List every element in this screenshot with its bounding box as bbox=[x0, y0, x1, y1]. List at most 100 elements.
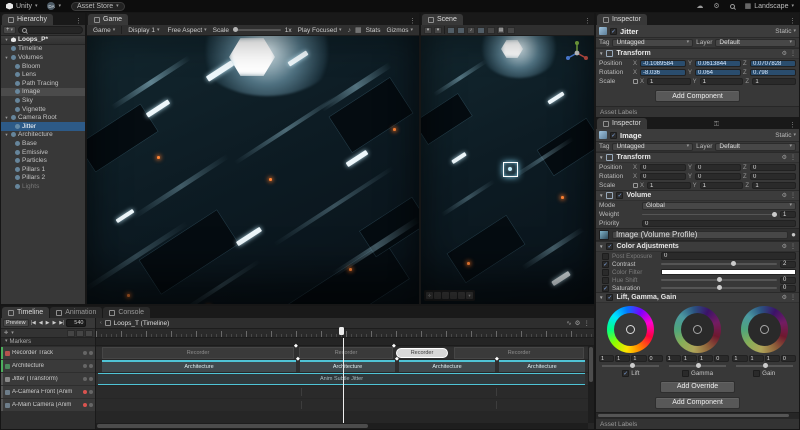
preset-icon[interactable]: ⚙ bbox=[782, 50, 787, 57]
timeline-marker-strip[interactable] bbox=[96, 338, 594, 346]
post-exposure-field[interactable]: 0 bbox=[661, 252, 796, 260]
gamma-slider[interactable] bbox=[669, 365, 726, 367]
view-mode-dropdown[interactable]: Game▾ bbox=[91, 27, 117, 34]
position-x-field[interactable]: -0.1089584 bbox=[640, 60, 686, 68]
tree-item[interactable]: ▼Volumes bbox=[1, 53, 85, 62]
mix-mode-icon[interactable] bbox=[67, 330, 75, 337]
architecture-clip[interactable]: Architecture bbox=[499, 360, 585, 372]
tab-timeline[interactable]: Timeline bbox=[2, 307, 49, 318]
lift-gamma-gain-header[interactable]: ▼ ✓ Lift, Gamma, Gain ⚙ ⋮ bbox=[596, 292, 799, 303]
markers-row[interactable]: ▾ Markers bbox=[1, 338, 95, 346]
kebab-menu-icon[interactable]: ⋮ bbox=[75, 17, 82, 25]
tree-item[interactable]: Pillars 2 bbox=[1, 174, 85, 183]
architecture-clip[interactable]: Architecture bbox=[102, 360, 296, 372]
stats-toggle[interactable]: Stats bbox=[366, 27, 381, 34]
scale-x-field[interactable]: 1 bbox=[647, 182, 691, 190]
architecture-clip[interactable]: Architecture bbox=[399, 360, 495, 372]
tab-inspector-locked[interactable]: Inspector bbox=[597, 118, 647, 129]
track-options-icon[interactable] bbox=[83, 351, 87, 355]
layer-dropdown[interactable]: Default▾ bbox=[715, 143, 796, 151]
add-component-button[interactable]: Add Component bbox=[655, 397, 740, 409]
track-header-architecture[interactable]: Architecture bbox=[1, 360, 95, 372]
profile-object-field[interactable]: Image (Volume Profile) bbox=[612, 231, 788, 239]
gamma-z-field[interactable]: 1 bbox=[698, 355, 713, 362]
override-checkbox[interactable]: ✓ bbox=[606, 294, 613, 301]
contrast-field[interactable]: 2 bbox=[780, 261, 796, 268]
position-y-field[interactable]: 0.0613844 bbox=[695, 60, 741, 68]
unity-menu[interactable]: Unity ▾ bbox=[6, 3, 37, 10]
scene-header[interactable]: ▼ Loops_P* bbox=[1, 36, 85, 45]
color-adjustments-header[interactable]: ▼ ✓ Color Adjustments ⚙ ⋮ bbox=[596, 241, 799, 252]
main-camera-lane[interactable] bbox=[96, 399, 594, 411]
mode-dropdown[interactable]: Global▾ bbox=[642, 202, 796, 210]
display-dropdown[interactable]: Display 1▾ bbox=[126, 27, 161, 34]
component-checkbox[interactable]: ✓ bbox=[616, 192, 623, 199]
active-checkbox[interactable]: ✓ bbox=[610, 28, 617, 35]
kebab-menu-icon[interactable]: ⋮ bbox=[790, 154, 796, 161]
preview-toggle[interactable]: Preview bbox=[3, 319, 29, 327]
param-checkbox[interactable] bbox=[682, 370, 689, 377]
audio-toggle[interactable]: ♪ bbox=[467, 27, 475, 34]
recorder-lane[interactable]: Recorder Recorder Recorder Recorder ◆ ◆ bbox=[96, 347, 594, 359]
scale-slider-thumb[interactable] bbox=[233, 27, 238, 32]
layer-dropdown[interactable]: Default▾ bbox=[715, 39, 796, 47]
gear-icon[interactable]: ⚙ bbox=[713, 3, 719, 10]
back-chevron-icon[interactable]: ‹ bbox=[100, 321, 102, 326]
kebab-menu-icon[interactable]: ⋮ bbox=[790, 50, 796, 57]
position-y-field[interactable]: 0 bbox=[695, 164, 741, 172]
jitter-clip[interactable]: Anim Subtle Jitter bbox=[98, 373, 585, 385]
param-checkbox[interactable]: ✓ bbox=[602, 261, 609, 268]
tree-item[interactable]: Particles bbox=[1, 156, 85, 165]
override-checkbox[interactable]: ✓ bbox=[606, 243, 613, 250]
tab-inspector[interactable]: Inspector bbox=[597, 14, 647, 25]
hue-shift-field[interactable]: 0 bbox=[780, 277, 796, 284]
account-menu[interactable]: DA ▾ bbox=[47, 2, 61, 10]
gizmos-dropdown[interactable]: Gizmos▾ bbox=[384, 27, 415, 34]
camera-front-lane[interactable] bbox=[96, 386, 594, 398]
record-toggle-icon[interactable] bbox=[83, 403, 87, 407]
asset-labels-bar[interactable]: Asset Labels bbox=[596, 418, 799, 429]
position-z-field[interactable]: 0 bbox=[750, 164, 796, 172]
rotation-z-field[interactable]: 0.798 bbox=[750, 69, 796, 77]
active-checkbox[interactable]: ✓ bbox=[610, 132, 617, 139]
object-picker-icon[interactable]: ● bbox=[791, 230, 796, 239]
go-to-start-icon[interactable]: |◀ bbox=[30, 320, 37, 326]
play-icon[interactable]: ▶ bbox=[45, 320, 51, 326]
tree-item[interactable]: Sky bbox=[1, 96, 85, 105]
link-scale-icon[interactable] bbox=[633, 183, 638, 188]
saturation-slider[interactable] bbox=[661, 287, 777, 289]
rotation-y-field[interactable]: 0 bbox=[695, 173, 741, 181]
param-checkbox[interactable]: ✓ bbox=[602, 285, 609, 292]
param-checkbox[interactable] bbox=[602, 277, 609, 284]
contrast-slider[interactable] bbox=[661, 263, 777, 265]
param-checkbox[interactable]: ✓ bbox=[622, 370, 629, 377]
gain-w-field[interactable]: 0 bbox=[781, 355, 796, 362]
scale-x-field[interactable]: 1 bbox=[647, 78, 691, 86]
preset-icon[interactable]: ⚙ bbox=[782, 243, 787, 250]
preset-icon[interactable]: ⚙ bbox=[782, 294, 787, 301]
rotation-y-field[interactable]: 0.064 bbox=[695, 69, 741, 77]
vsync-grid-icon[interactable]: ▦ bbox=[355, 27, 362, 34]
timeline-horizontal-scrollbar[interactable] bbox=[96, 423, 588, 429]
tree-item[interactable]: ▼Camera Root bbox=[1, 113, 85, 122]
gain-slider[interactable] bbox=[736, 365, 793, 367]
mute-audio-icon[interactable]: ♪ bbox=[348, 27, 352, 34]
record-toggle-icon[interactable] bbox=[83, 390, 87, 394]
weight-slider-thumb[interactable] bbox=[772, 212, 777, 217]
tree-item[interactable]: Pillars 1 bbox=[1, 165, 85, 174]
scale-slider[interactable] bbox=[233, 29, 281, 31]
playhead-handle[interactable] bbox=[339, 327, 344, 335]
asset-labels-bar[interactable]: Asset Labels bbox=[596, 106, 799, 117]
track-options-icon[interactable] bbox=[89, 403, 93, 407]
recorder-clip[interactable]: Recorder bbox=[299, 347, 393, 359]
contrast-slider-thumb[interactable] bbox=[731, 261, 736, 266]
param-checkbox[interactable] bbox=[602, 253, 609, 260]
timeline-vertical-scrollbar[interactable] bbox=[588, 346, 594, 423]
architecture-clip[interactable]: Architecture bbox=[300, 360, 395, 372]
rotation-x-field[interactable]: 0 bbox=[640, 173, 686, 181]
rotation-z-field[interactable]: 0 bbox=[750, 173, 796, 181]
track-header-main-camera[interactable]: A-Main Camera (Anim bbox=[1, 399, 95, 411]
transform-header[interactable]: ▼ Transform ⚙ ⋮ bbox=[596, 152, 799, 163]
recorder-clip[interactable]: Recorder bbox=[454, 347, 584, 359]
param-checkbox[interactable] bbox=[602, 269, 609, 276]
